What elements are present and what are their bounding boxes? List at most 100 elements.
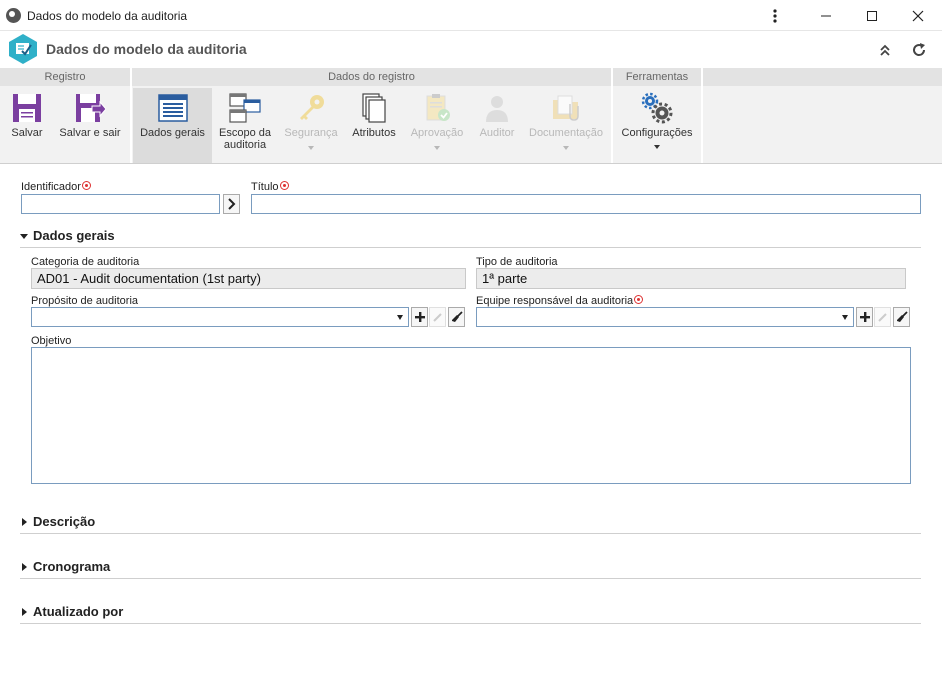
app-header: Dados do modelo da auditoria xyxy=(0,31,942,68)
ribbon-group-title: Registro xyxy=(0,68,130,86)
attributes-button[interactable]: Atributos xyxy=(346,88,402,163)
save-button[interactable]: Salvar xyxy=(4,88,50,163)
auditor-button[interactable]: Auditor xyxy=(472,88,522,163)
chevron-down-icon xyxy=(563,146,569,150)
double-chevron-up-icon[interactable] xyxy=(874,39,896,61)
category-field: AD01 - Audit documentation (1st party) xyxy=(31,268,466,289)
team-select[interactable] xyxy=(476,307,854,327)
tab-audit-scope[interactable]: Escopo da auditoria xyxy=(214,88,276,163)
title-label-text: Título xyxy=(251,181,279,193)
audit-type-field: 1ª parte xyxy=(476,268,906,289)
ribbon-empty-area xyxy=(703,68,942,163)
audit-scope-label-line1: Escopo da xyxy=(219,127,271,139)
required-icon xyxy=(634,295,644,304)
purpose-label: Propósito de auditoria xyxy=(31,295,139,307)
category-label: Categoria de auditoria xyxy=(31,256,140,268)
maximize-icon[interactable] xyxy=(849,0,895,31)
form-window-icon xyxy=(157,94,188,122)
caret-right-icon xyxy=(22,563,27,571)
documentation-label: Documentação xyxy=(529,127,603,139)
caret-right-icon xyxy=(22,608,27,616)
refresh-icon[interactable] xyxy=(908,39,930,61)
ribbon-toolbar: Registro Dados do registro Ferramentas S… xyxy=(0,68,942,164)
page-title: Dados do modelo da auditoria xyxy=(46,41,247,57)
key-icon xyxy=(300,95,324,120)
gears-icon xyxy=(641,92,673,124)
section-schedule[interactable]: Cronograma xyxy=(20,557,921,579)
window-title: Dados do modelo da auditoria xyxy=(27,9,188,23)
chevron-down-icon xyxy=(308,146,314,150)
chevron-down-icon xyxy=(654,145,660,149)
more-vertical-icon[interactable] xyxy=(752,0,798,31)
objective-textarea[interactable] xyxy=(31,347,911,484)
save-icon xyxy=(13,94,41,122)
dropdown-arrow-icon xyxy=(842,315,848,320)
add-team-button[interactable] xyxy=(856,307,873,327)
approval-clipboard-icon xyxy=(426,94,450,121)
security-label: Segurança xyxy=(284,127,338,139)
section-description-title: Descrição xyxy=(33,514,96,529)
pencil-icon xyxy=(878,313,887,322)
next-identifier-button[interactable] xyxy=(223,194,240,214)
purpose-select[interactable] xyxy=(31,307,409,327)
globe-icon xyxy=(6,8,21,23)
dropdown-arrow-icon xyxy=(397,315,403,320)
section-schedule-title: Cronograma xyxy=(33,559,111,574)
team-label-text: Equipe responsável da auditoria xyxy=(476,295,634,307)
scope-windows-icon xyxy=(229,93,261,123)
chevron-down-icon xyxy=(434,146,440,150)
team-label: Equipe responsável da auditoria xyxy=(476,295,644,307)
close-icon[interactable] xyxy=(895,0,941,31)
clear-purpose-button[interactable] xyxy=(448,307,465,327)
audit-scope-label-line2: auditoria xyxy=(223,139,267,151)
audit-scope-label: Escopo da auditoria xyxy=(214,127,276,151)
title-input[interactable] xyxy=(251,194,921,214)
section-updated-by-title: Atualizado por xyxy=(33,604,124,619)
save-exit-icon xyxy=(76,94,106,122)
plus-icon xyxy=(859,312,870,322)
audit-type-label: Tipo de auditoria xyxy=(476,256,558,268)
general-data-label: Dados gerais xyxy=(140,127,205,139)
ribbon-group-title: Ferramentas xyxy=(613,68,701,86)
title-label: Título xyxy=(251,181,289,193)
folder-attachment-icon xyxy=(553,95,579,121)
section-general-data[interactable]: Dados gerais xyxy=(20,226,921,248)
broom-icon xyxy=(451,311,463,322)
save-label: Salvar xyxy=(11,127,43,139)
attributes-label: Atributos xyxy=(352,127,396,139)
documents-stack-icon xyxy=(362,93,386,123)
security-button[interactable]: Segurança xyxy=(280,88,342,163)
required-icon xyxy=(81,181,91,190)
section-general-data-title: Dados gerais xyxy=(33,228,115,243)
window-titlebar: Dados do modelo da auditoria xyxy=(0,0,942,31)
clear-team-button[interactable] xyxy=(893,307,910,327)
auditor-label: Auditor xyxy=(479,127,515,139)
tab-general-data[interactable]: Dados gerais xyxy=(133,88,212,163)
section-updated-by[interactable]: Atualizado por xyxy=(20,602,921,624)
save-exit-label: Salvar e sair xyxy=(59,127,121,139)
caret-down-icon xyxy=(20,234,28,239)
documentation-button[interactable]: Documentação xyxy=(526,88,606,163)
save-exit-button[interactable]: Salvar e sair xyxy=(54,88,126,163)
add-purpose-button[interactable] xyxy=(411,307,428,327)
ribbon-group-title: Dados do registro xyxy=(132,68,611,86)
identifier-input[interactable] xyxy=(21,194,220,214)
pencil-icon xyxy=(433,313,442,322)
audit-model-logo-icon xyxy=(9,34,37,64)
approval-button[interactable]: Aprovação xyxy=(406,88,468,163)
broom-icon xyxy=(896,311,908,322)
required-icon xyxy=(279,181,289,190)
caret-right-icon xyxy=(22,518,27,526)
identifier-label: Identificador xyxy=(21,181,91,193)
settings-button[interactable]: Configurações xyxy=(616,88,698,163)
plus-icon xyxy=(414,312,425,322)
identifier-label-text: Identificador xyxy=(21,181,81,193)
ribbon-group-title-empty xyxy=(703,68,942,86)
edit-team-button[interactable] xyxy=(874,307,891,327)
minimize-icon[interactable] xyxy=(803,0,849,31)
settings-label: Configurações xyxy=(621,127,693,139)
section-description[interactable]: Descrição xyxy=(20,512,921,534)
edit-purpose-button[interactable] xyxy=(429,307,446,327)
chevron-right-icon xyxy=(227,198,235,210)
objective-label: Objetivo xyxy=(31,335,72,347)
